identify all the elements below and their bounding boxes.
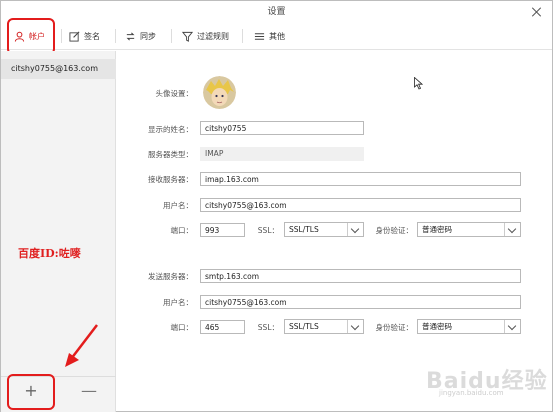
sync-icon: [126, 31, 135, 41]
select-value: SSL/TLS: [289, 225, 319, 234]
avatar-image: [203, 76, 236, 109]
add-account-button[interactable]: +: [7, 374, 55, 410]
chevron-down-icon: [347, 320, 363, 333]
tab-account[interactable]: 帐户: [7, 18, 55, 55]
tab-label: 同步: [140, 31, 156, 41]
incoming-server-label: 接收服务器：: [148, 175, 193, 184]
chevron-down-icon: [347, 223, 363, 236]
tab-other[interactable]: 其他: [254, 25, 285, 47]
outgoing-server-field[interactable]: [200, 269, 521, 283]
outgoing-port-label: 端口：: [170, 323, 194, 332]
remove-account-button[interactable]: —: [79, 379, 99, 403]
incoming-port-field[interactable]: [200, 223, 245, 237]
toolbar-divider: [61, 29, 62, 43]
incoming-username-label: 用户名：: [163, 201, 193, 210]
outgoing-username-field[interactable]: [200, 295, 521, 309]
incoming-server-field[interactable]: [200, 172, 521, 186]
close-icon[interactable]: [530, 5, 544, 19]
select-value: 普通密码: [422, 225, 452, 234]
toolbar-divider: [242, 29, 243, 43]
mouse-cursor-icon: [414, 77, 423, 90]
outgoing-server-label: 发送服务器：: [148, 272, 193, 281]
tab-sync[interactable]: 同步: [125, 25, 156, 47]
toolbar: 帐户 签名 同步 过滤规则 其他: [1, 18, 552, 55]
annotation-arrow: [65, 324, 98, 367]
annotation-text: 百度ID:咗嘜: [18, 247, 81, 260]
incoming-ssl-label: SSL：: [257, 226, 279, 235]
tab-label: 签名: [84, 31, 100, 41]
tab-label: 帐户: [29, 32, 45, 41]
menu-icon: [254, 32, 265, 40]
incoming-auth-label: 身份验证：: [375, 226, 414, 235]
display-name-field[interactable]: [200, 121, 364, 135]
tab-label: 其他: [269, 31, 285, 41]
outgoing-port-field[interactable]: [200, 320, 245, 334]
outgoing-ssl-select[interactable]: SSL/TLS: [284, 319, 364, 334]
avatar-label: 头像设置：: [155, 89, 194, 98]
chevron-down-icon: [504, 223, 520, 236]
server-type-value: IMAP: [200, 147, 364, 161]
server-type-label: 服务器类型：: [148, 150, 193, 159]
avatar[interactable]: [203, 76, 236, 109]
incoming-ssl-select[interactable]: SSL/TLS: [284, 222, 364, 237]
incoming-auth-select[interactable]: 普通密码: [417, 222, 521, 237]
baidu-watermark-url: jingyan.baidu.com: [439, 389, 504, 397]
account-list-item[interactable]: citshy0755@163.com: [1, 59, 116, 79]
filter-icon: [182, 31, 193, 42]
tab-label: 过滤规则: [197, 31, 229, 41]
tab-signature[interactable]: 签名: [69, 25, 100, 47]
select-value: 普通密码: [422, 322, 452, 331]
toolbar-divider: [115, 29, 116, 43]
outgoing-auth-select[interactable]: 普通密码: [417, 319, 521, 334]
outgoing-username-label: 用户名：: [163, 298, 193, 307]
select-value: SSL/TLS: [289, 322, 319, 331]
outgoing-auth-label: 身份验证：: [375, 323, 414, 332]
incoming-username-field[interactable]: [200, 198, 521, 212]
outgoing-ssl-label: SSL：: [257, 323, 279, 332]
user-icon: [14, 31, 25, 42]
settings-window: 设置 帐户 签名 同步 过滤规则 其他 citshy0755@163.com 百…: [0, 0, 553, 412]
display-name-label: 显示的姓名：: [148, 125, 193, 134]
edit-icon: [69, 31, 80, 42]
chevron-down-icon: [504, 320, 520, 333]
window-title: 设置: [267, 7, 286, 17]
tab-filter-rules[interactable]: 过滤规则: [182, 25, 229, 47]
toolbar-divider: [171, 29, 172, 43]
incoming-port-label: 端口：: [170, 226, 194, 235]
